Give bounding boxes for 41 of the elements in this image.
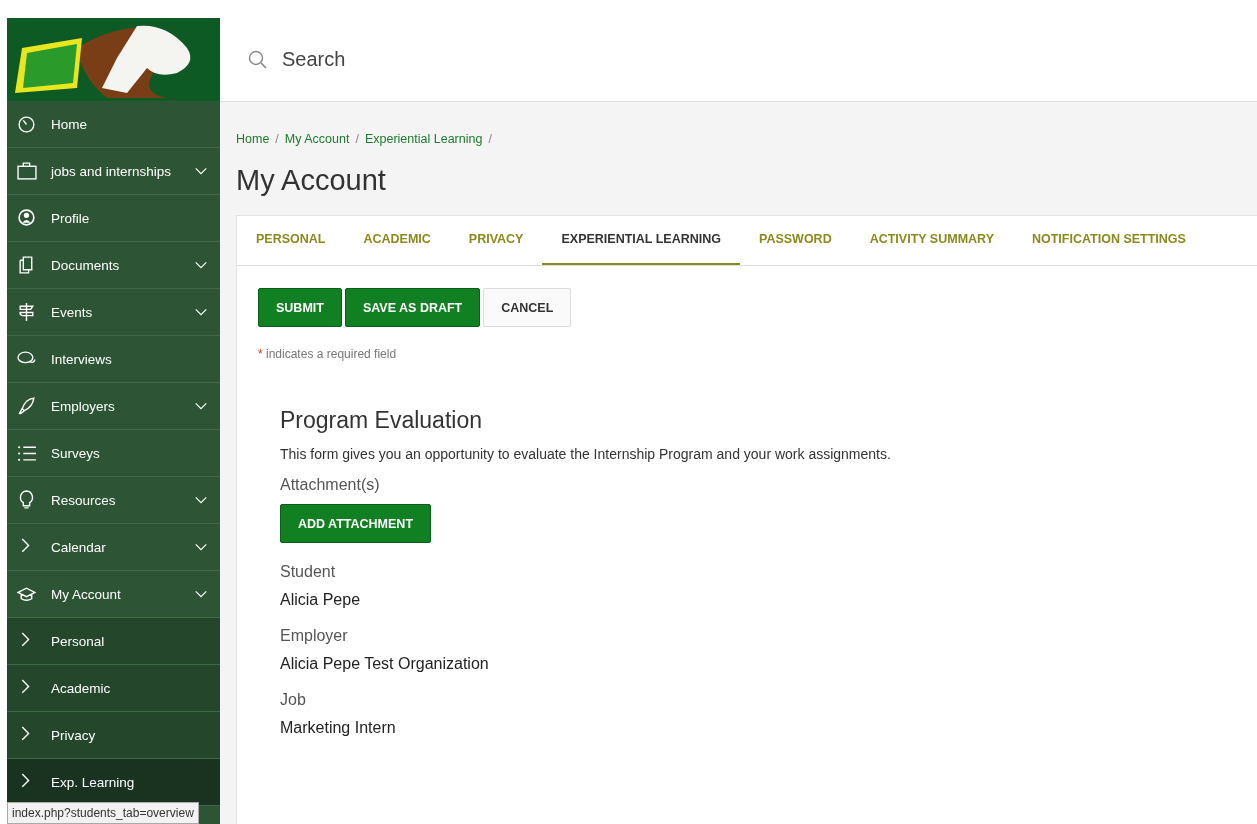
gauge-icon: [17, 114, 37, 134]
tab[interactable]: EXPERIENTIAL LEARNING: [542, 216, 740, 265]
sidebar-item[interactable]: Privacy: [7, 712, 220, 759]
breadcrumb-link[interactable]: Experiential Learning: [364, 132, 483, 146]
tab[interactable]: PRIVACY: [449, 216, 543, 265]
action-button[interactable]: SAVE AS DRAFT: [344, 288, 481, 327]
breadcrumb-link[interactable]: Home: [236, 132, 270, 146]
required-mark: *: [258, 347, 263, 361]
tab[interactable]: ACTIVITY SUMMARY: [850, 216, 1013, 265]
field-label: Employer: [280, 627, 349, 645]
sidebar-item[interactable]: Academic: [7, 665, 220, 712]
field-label: Job: [280, 691, 307, 709]
tab[interactable]: NOTIFICATION SETTINGS: [1012, 216, 1205, 265]
sidebar-item[interactable]: Exp. Learning: [7, 759, 220, 806]
breadcrumb-separator: /: [488, 132, 492, 146]
search-field[interactable]: Search: [280, 47, 584, 72]
field-label: Attachment(s): [280, 476, 381, 494]
profile-icon: [17, 208, 37, 228]
form-description: This form gives you an opportunity to evaluate the Internship Program and your work assignments.: [280, 446, 892, 462]
graduation-cap-icon: [17, 584, 37, 604]
action-button[interactable]: SUBMIT: [258, 288, 342, 327]
sidebar-item[interactable]: Personal: [7, 618, 220, 665]
status-url: index.php?students_tab=overview: [7, 802, 199, 824]
field-label: Student: [280, 563, 337, 581]
tab[interactable]: ACADEMIC: [344, 216, 450, 265]
field-value: Alicia Pepe: [280, 591, 362, 609]
briefcase-icon: [17, 161, 37, 181]
required-note: indicates a required field: [266, 347, 397, 361]
tab[interactable]: PASSWORD: [739, 216, 851, 265]
field-value: Alicia Pepe Test Organization: [280, 655, 490, 673]
page-title: My Account: [236, 164, 387, 197]
breadcrumb-separator: /: [275, 132, 279, 146]
search-icon: [248, 49, 268, 70]
tab[interactable]: PERSONAL: [237, 216, 345, 265]
breadcrumb-link[interactable]: My Account: [284, 132, 350, 146]
cancel-button[interactable]: CANCEL: [483, 288, 572, 327]
breadcrumb-separator: /: [355, 132, 359, 146]
add-attachment-button[interactable]: ADD ATTACHMENT: [280, 504, 432, 543]
field-value: Marketing Intern: [280, 719, 397, 737]
form-title: Program Evaluation: [280, 407, 483, 434]
list-icon: [17, 443, 37, 463]
